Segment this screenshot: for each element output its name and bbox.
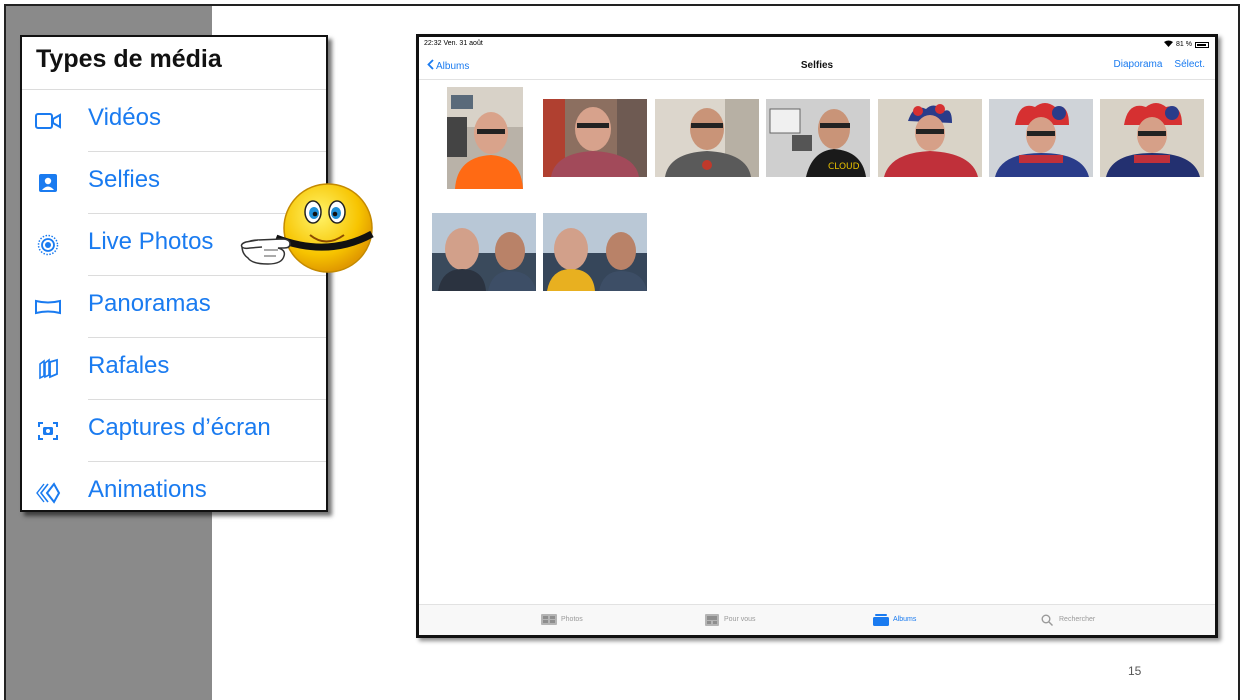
tab-albums[interactable]: Albums xyxy=(873,613,917,626)
tab-for-you[interactable]: Pour vous xyxy=(704,613,756,626)
photo-thumbnail[interactable]: CLOUD xyxy=(766,99,870,177)
photo-thumbnail[interactable] xyxy=(1100,99,1204,177)
for-you-tab-icon xyxy=(704,613,720,626)
slideshow-button[interactable]: Diaporama xyxy=(1114,59,1163,70)
photo-thumbnail[interactable] xyxy=(543,99,647,177)
media-item-label: Live Photos xyxy=(88,228,214,255)
media-item-label: Panoramas xyxy=(88,290,211,317)
media-item-label: Animations xyxy=(88,476,207,503)
svg-text:CLOUD: CLOUD xyxy=(828,162,860,172)
media-types-title: Types de média xyxy=(36,45,222,73)
media-item-label: Captures d’écran xyxy=(88,414,271,441)
burst-icon xyxy=(34,356,62,382)
media-item-bursts[interactable]: Rafales xyxy=(22,338,326,400)
selfie-icon xyxy=(34,170,62,196)
photo-thumbnail[interactable] xyxy=(989,99,1093,177)
media-item-animations[interactable]: Animations xyxy=(22,462,326,510)
tab-label: Rechercher xyxy=(1059,616,1096,623)
photo-thumbnail[interactable] xyxy=(543,213,647,291)
album-title: Selfies xyxy=(800,60,834,71)
tab-label: Pour vous xyxy=(724,616,756,623)
media-item-screenshots[interactable]: Captures d’écran xyxy=(22,400,326,462)
nav-bar: Albums Selfies Diaporama Sélect. xyxy=(419,51,1215,80)
media-item-panoramas[interactable]: Panoramas xyxy=(22,276,326,338)
video-icon xyxy=(34,108,62,134)
media-item-label: Selfies xyxy=(88,166,161,193)
ipad-photos-screenshot: 22:32 Ven. 31 août 81 % Albums Selfies D… xyxy=(416,34,1218,638)
tab-label: Photos xyxy=(561,616,583,623)
status-bar: 22:32 Ven. 31 août 81 % xyxy=(419,37,1215,51)
tab-label: Albums xyxy=(893,616,917,623)
status-indicators: 81 % xyxy=(1164,40,1209,49)
battery-icon xyxy=(1195,41,1209,48)
screenshot-icon xyxy=(34,418,62,444)
photo-thumbnail[interactable] xyxy=(655,99,759,177)
select-button[interactable]: Sélect. xyxy=(1174,59,1205,70)
tab-photos[interactable]: Photos xyxy=(541,614,583,625)
media-item-videos[interactable]: Vidéos xyxy=(22,90,326,152)
tab-search[interactable]: Rechercher xyxy=(1039,614,1096,626)
panorama-icon xyxy=(34,294,62,320)
status-time: 22:32 Ven. 31 août xyxy=(424,40,483,47)
tab-bar: Photos Pour vous Albums Rechercher xyxy=(419,604,1215,635)
battery-percent: 81 % xyxy=(1176,41,1192,48)
search-tab-icon xyxy=(1039,614,1055,626)
media-item-label: Rafales xyxy=(88,352,170,379)
wifi-icon xyxy=(1164,40,1174,49)
animation-icon xyxy=(34,480,62,506)
albums-tab-icon xyxy=(873,613,889,626)
page-number: 15 xyxy=(1128,664,1142,678)
photos-tab-icon xyxy=(541,614,557,625)
photo-thumbnail[interactable] xyxy=(447,87,523,189)
live-photo-icon xyxy=(34,232,62,258)
media-item-label: Vidéos xyxy=(88,104,161,131)
photo-thumbnail[interactable] xyxy=(432,213,536,291)
pointing-smiley-icon xyxy=(238,180,378,280)
photo-thumbnail[interactable] xyxy=(878,99,982,177)
